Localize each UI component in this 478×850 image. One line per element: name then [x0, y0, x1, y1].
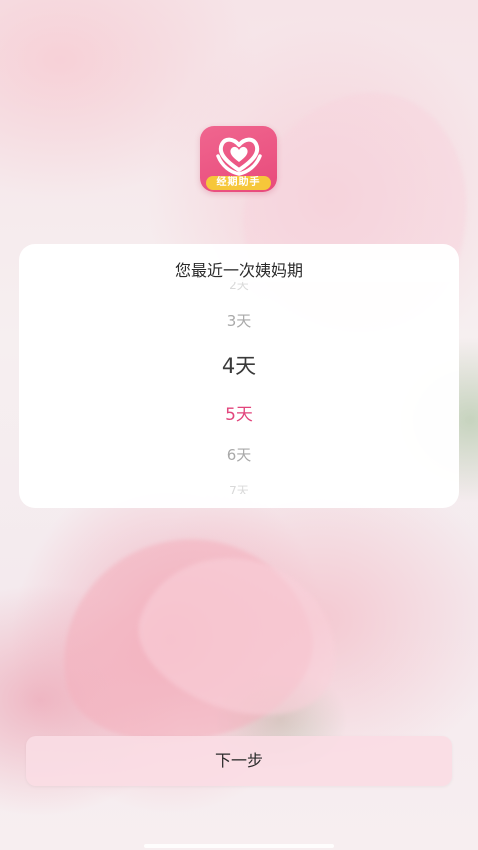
picker-option[interactable]: 7天 [0, 482, 478, 494]
picker-option-selected[interactable]: 5天 [0, 400, 478, 425]
picker-option[interactable]: 3天 [0, 310, 478, 331]
picker-title: 您最近一次姨妈期 [19, 260, 459, 282]
picker-option[interactable]: 6天 [0, 444, 478, 465]
picker-wheel[interactable]: 2天 3天 4天 5天 6天 7天 [0, 0, 478, 850]
home-indicator[interactable] [144, 844, 334, 848]
picker-option[interactable]: 4天 [0, 350, 478, 380]
next-button[interactable]: 下一步 [26, 736, 452, 786]
